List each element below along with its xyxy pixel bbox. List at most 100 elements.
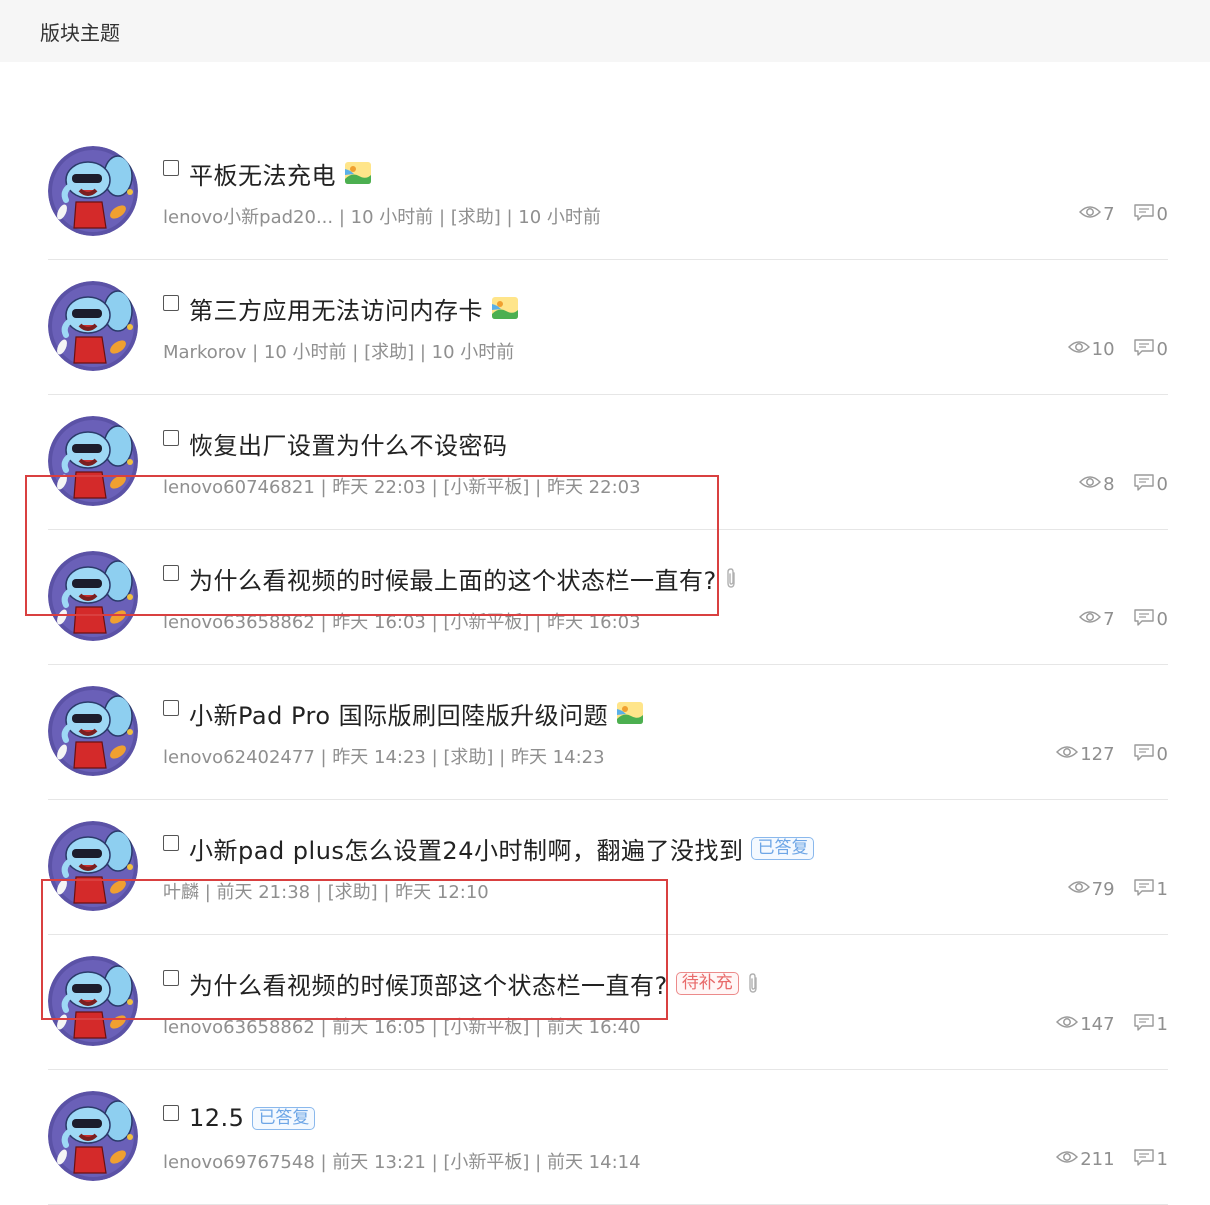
views-count: 7 bbox=[1103, 609, 1115, 630]
thread-stats: 147 1 bbox=[1056, 1013, 1168, 1036]
views-stat: 79 bbox=[1067, 879, 1115, 900]
thread-row[interactable]: 小新pad plus怎么设置24小时制啊，翻遍了没找到 已答复 叶麟 | 前天 … bbox=[48, 800, 1168, 935]
thread-stats: 211 1 bbox=[1056, 1148, 1168, 1171]
thread-row[interactable]: 平板无法充电 lenovo小新pad20... | 10 小时前 | [求助] … bbox=[48, 125, 1168, 260]
thread-stats: 127 0 bbox=[1056, 743, 1168, 766]
thread-title-line: 平板无法充电 bbox=[163, 156, 372, 191]
avatar[interactable] bbox=[48, 686, 138, 776]
thread-title-line: 为什么看视频的时候最上面的这个状态栏一直有? bbox=[163, 561, 739, 596]
comment-icon bbox=[1133, 338, 1157, 361]
thread-title[interactable]: 第三方应用无法访问内存卡 bbox=[189, 291, 483, 326]
eye-icon bbox=[1056, 1014, 1080, 1035]
thread-title-line: 为什么看视频的时候顶部这个状态栏一直有? 待补充 bbox=[163, 966, 761, 1001]
thread-row[interactable]: 第三方应用无法访问内存卡 Markorov | 10 小时前 | [求助] | … bbox=[48, 260, 1168, 395]
views-stat: 7 bbox=[1079, 204, 1115, 225]
thread-title-line: 恢复出厂设置为什么不设密码 bbox=[163, 426, 508, 461]
eye-icon bbox=[1056, 1149, 1080, 1170]
replies-count: 0 bbox=[1156, 474, 1168, 495]
avatar[interactable] bbox=[48, 551, 138, 641]
comment-icon bbox=[1133, 1013, 1157, 1036]
replies-stat: 0 bbox=[1133, 338, 1168, 361]
section-header: 版块主题 bbox=[0, 0, 1210, 62]
status-badge: 待补充 bbox=[675, 971, 739, 995]
replies-stat: 1 bbox=[1133, 1013, 1168, 1036]
select-checkbox[interactable] bbox=[163, 295, 179, 311]
select-checkbox[interactable] bbox=[163, 700, 179, 716]
thread-title[interactable]: 小新pad plus怎么设置24小时制啊，翻遍了没找到 bbox=[189, 831, 743, 866]
select-checkbox[interactable] bbox=[163, 1105, 179, 1121]
thread-title-line: 小新pad plus怎么设置24小时制啊，翻遍了没找到 已答复 bbox=[163, 831, 815, 866]
section-title: 版块主题 bbox=[40, 20, 120, 45]
replies-stat: 1 bbox=[1133, 878, 1168, 901]
views-count: 7 bbox=[1103, 204, 1115, 225]
eye-icon bbox=[1067, 879, 1092, 900]
views-stat: 8 bbox=[1079, 474, 1115, 495]
thread-meta: lenovo63658862 | 昨天 16:03 | [小新平板] | 昨天 … bbox=[163, 612, 641, 633]
thread-title[interactable]: 为什么看视频的时候顶部这个状态栏一直有? bbox=[189, 966, 668, 1001]
thread-row[interactable]: 为什么看视频的时候最上面的这个状态栏一直有? lenovo63658862 | … bbox=[48, 530, 1168, 665]
replies-count: 1 bbox=[1156, 1014, 1168, 1035]
thread-title[interactable]: 12.5 bbox=[189, 1104, 244, 1132]
select-checkbox[interactable] bbox=[163, 970, 179, 986]
image-icon bbox=[616, 701, 644, 725]
avatar[interactable] bbox=[48, 821, 138, 911]
replies-stat: 1 bbox=[1133, 1148, 1168, 1171]
eye-icon bbox=[1067, 339, 1092, 360]
thread-meta: Markorov | 10 小时前 | [求助] | 10 小时前 bbox=[163, 342, 515, 363]
avatar[interactable] bbox=[48, 146, 138, 236]
replies-count: 0 bbox=[1156, 204, 1168, 225]
thread-meta: lenovo63658862 | 前天 16:05 | [小新平板] | 前天 … bbox=[163, 1017, 641, 1038]
image-icon bbox=[344, 161, 372, 185]
thread-title[interactable]: 平板无法充电 bbox=[189, 156, 336, 191]
replies-count: 0 bbox=[1156, 339, 1168, 360]
views-count: 127 bbox=[1080, 744, 1115, 765]
select-checkbox[interactable] bbox=[163, 565, 179, 581]
thread-title[interactable]: 小新Pad Pro 国际版刷回陸版升级问题 bbox=[189, 696, 608, 731]
views-count: 8 bbox=[1103, 474, 1115, 495]
thread-row[interactable]: 小新Pad Pro 国际版刷回陸版升级问题 lenovo62402477 | 昨… bbox=[48, 665, 1168, 800]
comment-icon bbox=[1133, 878, 1157, 901]
thread-title[interactable]: 为什么看视频的时候最上面的这个状态栏一直有? bbox=[189, 561, 717, 596]
replies-count: 0 bbox=[1156, 744, 1168, 765]
paperclip-icon bbox=[745, 972, 761, 994]
status-badge: 已答复 bbox=[252, 1106, 316, 1130]
views-count: 147 bbox=[1080, 1014, 1115, 1035]
thread-stats: 7 0 bbox=[1079, 608, 1168, 631]
replies-count: 0 bbox=[1156, 609, 1168, 630]
avatar[interactable] bbox=[48, 956, 138, 1046]
avatar[interactable] bbox=[48, 281, 138, 371]
thread-row[interactable]: 12.5 已答复 lenovo69767548 | 前天 13:21 | [小新… bbox=[48, 1070, 1168, 1205]
thread-meta: lenovo62402477 | 昨天 14:23 | [求助] | 昨天 14… bbox=[163, 747, 605, 768]
eye-icon bbox=[1079, 204, 1103, 225]
views-stat: 7 bbox=[1079, 609, 1115, 630]
views-stat: 147 bbox=[1056, 1014, 1115, 1035]
thread-row[interactable]: 恢复出厂设置为什么不设密码 lenovo60746821 | 昨天 22:03 … bbox=[48, 395, 1168, 530]
thread-row[interactable]: 为什么看视频的时候顶部这个状态栏一直有? 待补充 lenovo63658862 … bbox=[48, 935, 1168, 1070]
views-stat: 211 bbox=[1056, 1149, 1115, 1170]
views-stat: 127 bbox=[1056, 744, 1115, 765]
select-checkbox[interactable] bbox=[163, 835, 179, 851]
thread-title-line: 小新Pad Pro 国际版刷回陸版升级问题 bbox=[163, 696, 644, 731]
thread-meta: lenovo60746821 | 昨天 22:03 | [小新平板] | 昨天 … bbox=[163, 477, 641, 498]
eye-icon bbox=[1079, 609, 1103, 630]
eye-icon bbox=[1079, 474, 1103, 495]
replies-count: 1 bbox=[1156, 879, 1168, 900]
thread-meta: lenovo小新pad20... | 10 小时前 | [求助] | 10 小时… bbox=[163, 207, 601, 228]
comment-icon bbox=[1133, 473, 1157, 496]
thread-meta: 叶麟 | 前天 21:38 | [求助] | 昨天 12:10 bbox=[163, 882, 489, 903]
avatar[interactable] bbox=[48, 416, 138, 506]
replies-stat: 0 bbox=[1133, 608, 1168, 631]
avatar[interactable] bbox=[48, 1091, 138, 1181]
status-badge: 已答复 bbox=[751, 836, 815, 860]
views-stat: 10 bbox=[1067, 339, 1115, 360]
select-checkbox[interactable] bbox=[163, 160, 179, 176]
thread-title-line: 第三方应用无法访问内存卡 bbox=[163, 291, 519, 326]
thread-title-line: 12.5 已答复 bbox=[163, 1102, 316, 1134]
comment-icon bbox=[1133, 743, 1157, 766]
replies-stat: 0 bbox=[1133, 203, 1168, 226]
select-checkbox[interactable] bbox=[163, 430, 179, 446]
comment-icon bbox=[1133, 608, 1157, 631]
views-count: 79 bbox=[1091, 879, 1115, 900]
thread-title[interactable]: 恢复出厂设置为什么不设密码 bbox=[189, 426, 508, 461]
image-icon bbox=[491, 296, 519, 320]
